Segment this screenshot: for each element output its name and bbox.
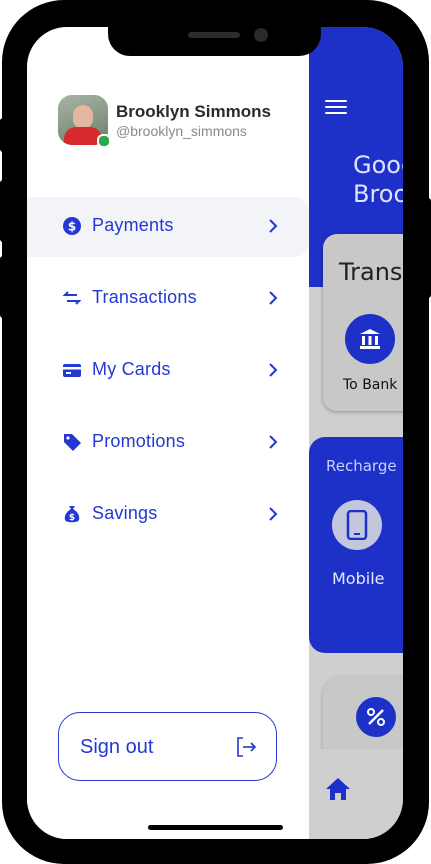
sign-out-button[interactable]: Sign out: [58, 712, 277, 781]
money-bag-icon: $: [64, 506, 80, 523]
transfer-card: Trans To Bank: [323, 234, 403, 411]
menu-item-savings[interactable]: $ Savings: [27, 485, 309, 545]
phone-camera: [254, 28, 268, 42]
bank-icon[interactable]: [345, 314, 395, 364]
chevron-right-icon: [269, 507, 278, 521]
recharge-card: Recharge Mobile: [309, 437, 403, 653]
menu-item-payments[interactable]: $ Payments: [27, 197, 309, 257]
sign-out-label: Sign out: [80, 736, 154, 758]
phone-notch: [108, 0, 321, 56]
home-icon[interactable]: [324, 776, 352, 806]
greeting-text: Good Broo: [353, 151, 403, 208]
profile-name: Brooklyn Simmons: [116, 102, 271, 121]
transfer-arrows-icon: [62, 291, 82, 305]
logout-icon: [237, 737, 257, 757]
phone-speaker: [188, 32, 240, 38]
phone-side-button-mute: [0, 118, 6, 152]
chevron-right-icon: [269, 435, 278, 449]
online-status-dot: [97, 134, 111, 148]
home-indicator: [148, 825, 283, 830]
menu-item-label: Transactions: [92, 287, 197, 307]
svg-text:$: $: [68, 220, 76, 234]
mobile-label: Mobile: [332, 569, 385, 588]
svg-text:$: $: [69, 513, 75, 523]
side-drawer: Brooklyn Simmons @brooklyn_simmons $ Pay…: [27, 27, 309, 839]
menu-item-label: Promotions: [92, 431, 186, 451]
phone-side-button-volume-down: [0, 256, 6, 318]
menu-item-label: My Cards: [92, 359, 171, 379]
credit-card-icon: [63, 364, 81, 377]
profile-handle: @brooklyn_simmons: [116, 123, 247, 139]
menu-item-label: Payments: [92, 215, 174, 235]
chevron-right-icon: [269, 363, 278, 377]
phone-side-button-volume-up: [0, 180, 6, 242]
hamburger-menu-icon[interactable]: [325, 100, 347, 114]
menu-item-my-cards[interactable]: My Cards: [27, 341, 309, 401]
phone-side-button-power: [425, 198, 431, 298]
to-bank-label: To Bank: [343, 377, 398, 393]
dollar-coin-icon: $: [63, 217, 81, 235]
mobile-phone-icon[interactable]: [332, 500, 382, 550]
menu-item-label: Savings: [92, 503, 158, 523]
percent-icon[interactable]: [356, 697, 396, 737]
tag-icon: [64, 434, 81, 451]
recharge-title: Recharge: [326, 457, 397, 475]
transfer-card-title: Trans: [339, 258, 403, 286]
menu-item-promotions[interactable]: Promotions: [27, 413, 309, 473]
phone-screen: Good Broo Trans To Bank Recharge Mobile …: [27, 27, 403, 839]
chevron-right-icon: [269, 291, 278, 305]
menu-item-transactions[interactable]: Transactions: [27, 269, 309, 329]
chevron-right-icon: [269, 219, 278, 233]
